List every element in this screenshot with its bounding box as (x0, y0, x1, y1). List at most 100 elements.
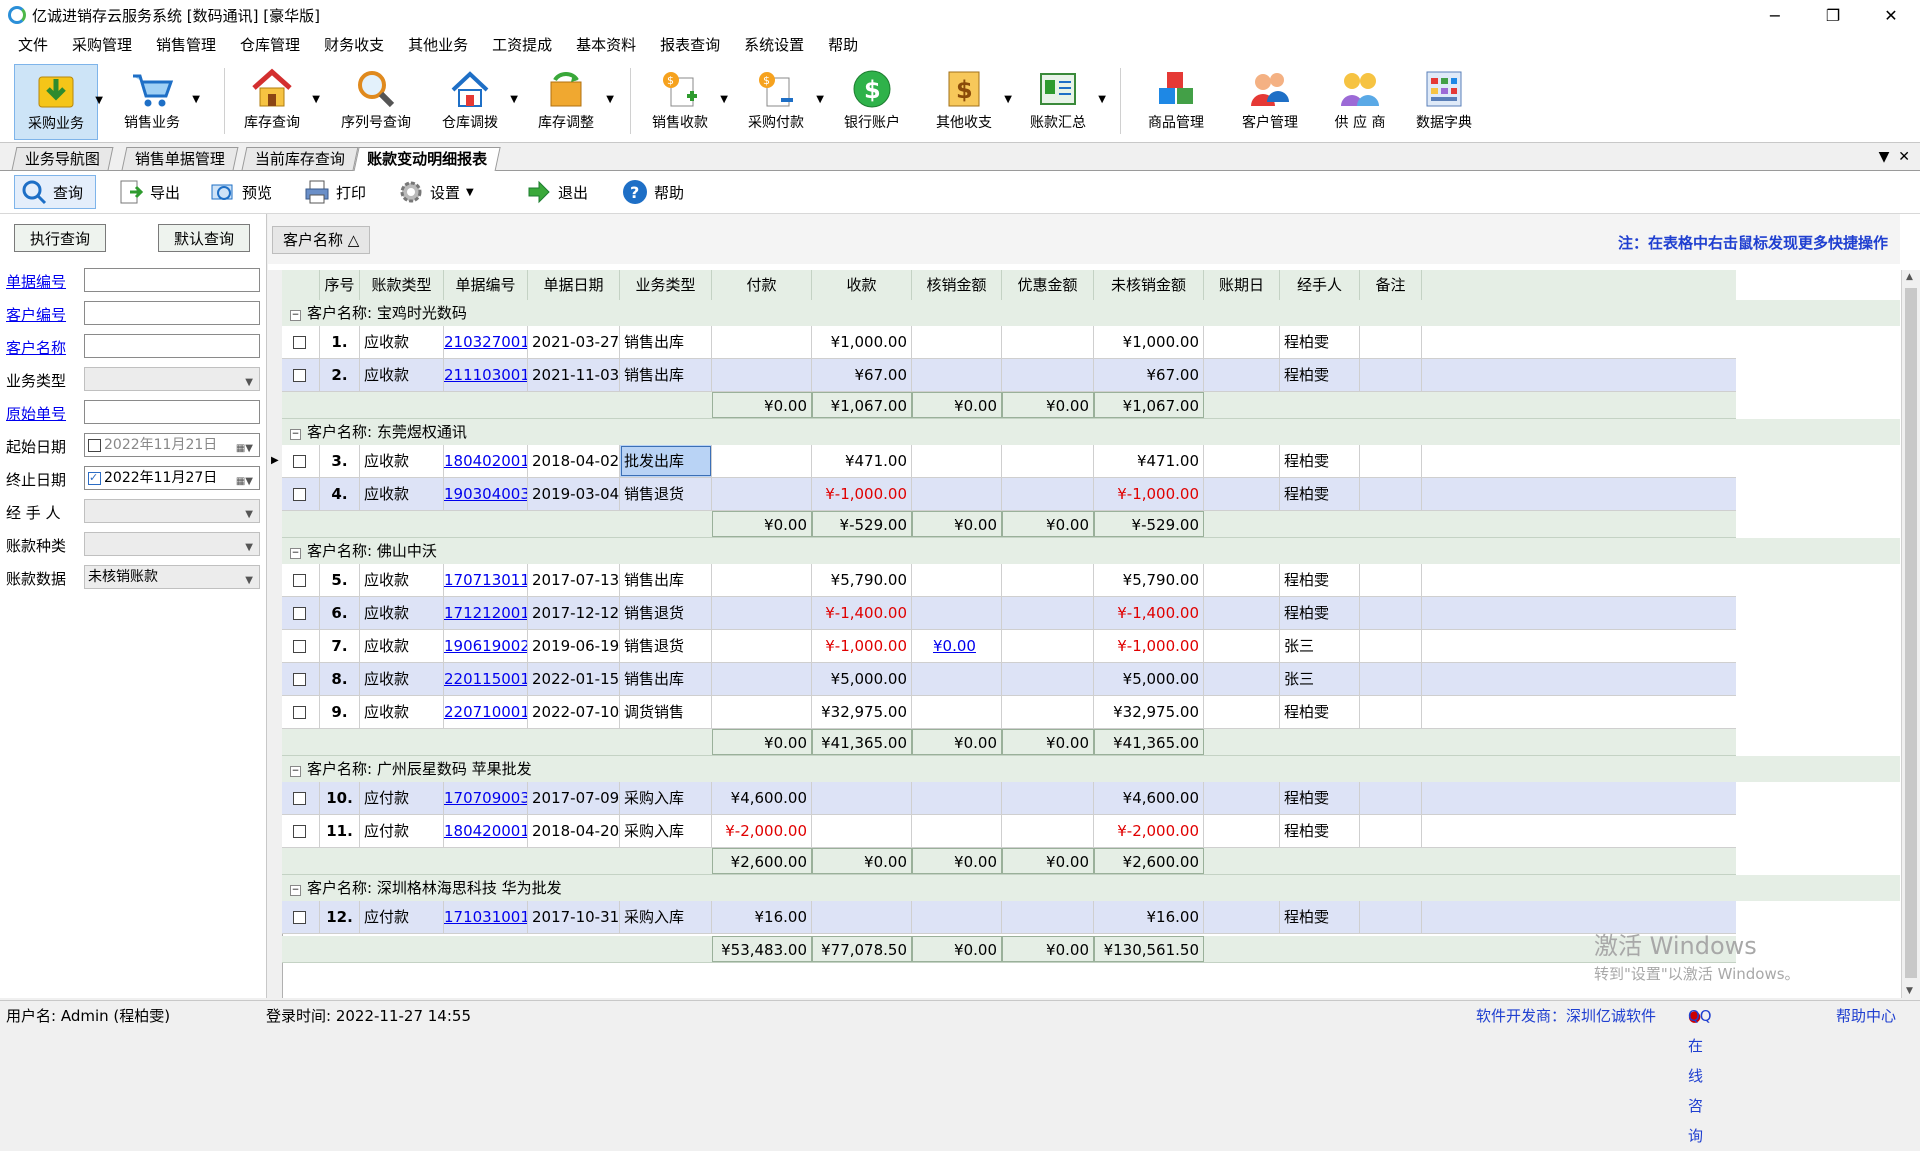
scroll-thumb[interactable] (1905, 288, 1917, 978)
table-row[interactable]: 10. 应付款 170709003 2017-07-09 采购入库 ¥4,600.00 ¥4… (282, 782, 1736, 815)
ribbon-transfer-button[interactable]: 仓库调拨 ▼ (428, 64, 518, 140)
table-row[interactable]: 5. 应收款 170713011 2017-07-13 销售出库 ¥5,790.00 ¥5,… (282, 564, 1736, 597)
vertical-scrollbar[interactable]: ▲ ▼ (1901, 270, 1920, 998)
writeoff-cell[interactable]: ¥0.00 (912, 630, 1002, 662)
table-row[interactable]: 7. 应收款 190619002 2019-06-19 销售退货 ¥-1,000.00 ¥0… (282, 630, 1736, 663)
row-checkbox-box[interactable] (292, 336, 306, 349)
start-date-checkbox[interactable] (88, 438, 101, 452)
export-button[interactable]: 导出 (112, 175, 186, 209)
column-header[interactable]: 单据日期 (528, 270, 620, 300)
row-checkbox-box[interactable] (292, 792, 306, 805)
ribbon-sales-receipt-button[interactable]: $ 销售收款 ▼ (638, 64, 728, 140)
handler-select[interactable]: ▼ (84, 499, 260, 523)
column-header[interactable]: 付款 (712, 270, 812, 300)
doc-number-link[interactable]: 211103001 (444, 359, 528, 391)
row-checkbox-box[interactable] (292, 825, 306, 838)
start-date-picker[interactable]: 2022年11月21日 ▦▼ (84, 433, 260, 457)
column-header[interactable]: 序号 (320, 270, 360, 300)
print-button[interactable]: 打印 (298, 175, 372, 209)
ribbon-products-button[interactable]: 商品管理 (1134, 64, 1218, 140)
collapse-toggle-icon[interactable]: − (290, 766, 301, 777)
table-row[interactable]: 6. 应收款 171212001 2017-12-12 销售退货 ¥-1,400.00 ¥-… (282, 597, 1736, 630)
menu-salary[interactable]: 工资提成 (480, 34, 564, 55)
dropdown-arrow-icon[interactable]: ▼ (1098, 94, 1106, 105)
query-button[interactable]: 查询 (14, 175, 96, 209)
close-tab-icon[interactable]: ✕ (1898, 149, 1910, 165)
minimize-button[interactable]: − (1746, 0, 1804, 30)
dropdown-arrow-icon[interactable]: ▼ (312, 94, 320, 105)
doc-number-link[interactable]: 171031001 (444, 901, 528, 933)
column-header[interactable]: 优惠金额 (1002, 270, 1094, 300)
menu-basic[interactable]: 基本资料 (564, 34, 648, 55)
customer-group-header[interactable]: − 客户名称: 东莞煜权通讯 (282, 419, 1900, 445)
doc-number-link[interactable]: 210327001 (444, 326, 528, 358)
status-developer[interactable]: 软件开发商：深圳亿诚软件 (1476, 1001, 1656, 1031)
cust-name-input[interactable] (84, 334, 260, 358)
collapse-toggle-icon[interactable]: − (290, 310, 301, 321)
ribbon-purchase-button[interactable]: 采购业务 ▼ (14, 64, 103, 140)
menu-sales[interactable]: 销售管理 (144, 34, 228, 55)
table-row[interactable]: 4. 应收款 190304003 2019-03-04 销售退货 ¥-1,000.00 ¥-… (282, 478, 1736, 511)
table-row[interactable]: 3. 应收款 180402001 2018-04-02 批发出库 ¥471.00 ¥471.… (282, 445, 1736, 478)
row-checkbox-box[interactable] (292, 607, 306, 620)
row-checkbox-box[interactable] (292, 911, 306, 924)
menu-settings[interactable]: 系统设置 (732, 34, 816, 55)
collapse-toggle-icon[interactable]: − (290, 429, 301, 440)
row-checkbox-box[interactable] (292, 673, 306, 686)
collapse-toggle-icon[interactable]: − (290, 885, 301, 896)
column-header[interactable]: 收款 (812, 270, 912, 300)
doc-number-link[interactable]: 170713011 (444, 564, 528, 596)
tab-stock-query[interactable]: 当前库存查询 (241, 147, 359, 170)
execute-query-button[interactable]: 执行查询 (14, 224, 106, 252)
biz-type-select[interactable]: ▼ (84, 367, 260, 391)
doc-no-input[interactable] (84, 268, 260, 292)
doc-number-link[interactable]: 220115001 (444, 663, 528, 695)
doc-number-link[interactable]: 220710001 (444, 696, 528, 728)
dropdown-arrow-icon[interactable]: ▼ (510, 94, 518, 105)
dropdown-arrow-icon[interactable]: ▼ (606, 94, 614, 105)
menu-other[interactable]: 其他业务 (396, 34, 480, 55)
table-row[interactable]: 8. 应收款 220115001 2022-01-15 销售出库 ¥5,000.00 ¥5,… (282, 663, 1736, 696)
ribbon-other-income-button[interactable]: $ 其他收支 ▼ (922, 64, 1012, 140)
acct-data-select[interactable]: 未核销账款 ▼ (84, 565, 260, 589)
column-header[interactable]: 未核销金额 (1094, 270, 1204, 300)
help-button[interactable]: ? 帮助 (616, 175, 690, 209)
dropdown-arrow-icon[interactable]: ▼ (720, 94, 728, 105)
column-header[interactable]: 业务类型 (620, 270, 712, 300)
table-row[interactable]: 11. 应付款 180420001 2018-04-20 采购入库 ¥-2,000.00 ¥… (282, 815, 1736, 848)
ribbon-bank-account-button[interactable]: $ 银行账户 (830, 64, 914, 140)
ribbon-stock-query-button[interactable]: 库存查询 ▼ (230, 64, 320, 140)
exit-button[interactable]: 退出 (520, 175, 594, 209)
dropdown-arrow-icon[interactable]: ▼ (192, 94, 200, 105)
doc-number-link[interactable]: 180402001 (444, 445, 528, 477)
settings-button[interactable]: 设置 ▼ (392, 175, 480, 209)
menu-reports[interactable]: 报表查询 (648, 34, 732, 55)
end-date-picker[interactable]: ✓ 2022年11月27日 ▦▼ (84, 466, 260, 490)
menu-purchase[interactable]: 采购管理 (60, 34, 144, 55)
row-checkbox-box[interactable] (292, 574, 306, 587)
column-header[interactable]: 备注 (1360, 270, 1422, 300)
preview-button[interactable]: 预览 (204, 175, 278, 209)
column-header[interactable]: 单据编号 (444, 270, 528, 300)
ribbon-customers-button[interactable]: 客户管理 (1228, 64, 1312, 140)
dropdown-arrow-icon[interactable]: ▼ (95, 95, 103, 106)
ribbon-summary-button[interactable]: 账款汇总 ▼ (1016, 64, 1106, 140)
doc-number-link[interactable]: 171212001 (444, 597, 528, 629)
row-checkbox-box[interactable] (292, 455, 306, 468)
ribbon-adjust-button[interactable]: 库存调整 ▼ (524, 64, 614, 140)
ribbon-serial-query-button[interactable]: 序列号查询 (334, 64, 418, 140)
doc-number-link[interactable]: 190619002 (444, 630, 528, 662)
column-header[interactable]: 核销金额 (912, 270, 1002, 300)
customer-group-header[interactable]: − 客户名称: 广州辰星数码 苹果批发 (282, 756, 1900, 782)
customer-group-header[interactable]: − 客户名称: 佛山中沃 (282, 538, 1900, 564)
tab-sales-docs[interactable]: 销售单据管理 (121, 147, 239, 170)
menu-warehouse[interactable]: 仓库管理 (228, 34, 312, 55)
menu-file[interactable]: 文件 (0, 34, 60, 55)
dropdown-arrow-icon[interactable]: ▼ (816, 94, 824, 105)
acct-kind-select[interactable]: ▼ (84, 532, 260, 556)
ribbon-sales-button[interactable]: 销售业务 ▼ (110, 64, 200, 140)
doc-number-link[interactable]: 170709003 (444, 782, 528, 814)
report-grid[interactable]: 序号 账款类型 单据编号 单据日期 业务类型 付款 收款 核销金额 优惠金额 未核销金额 账期日 经手… (268, 270, 1900, 998)
end-date-checkbox[interactable]: ✓ (88, 471, 101, 485)
help-center-link[interactable]: 帮助中心 (1836, 1001, 1896, 1031)
